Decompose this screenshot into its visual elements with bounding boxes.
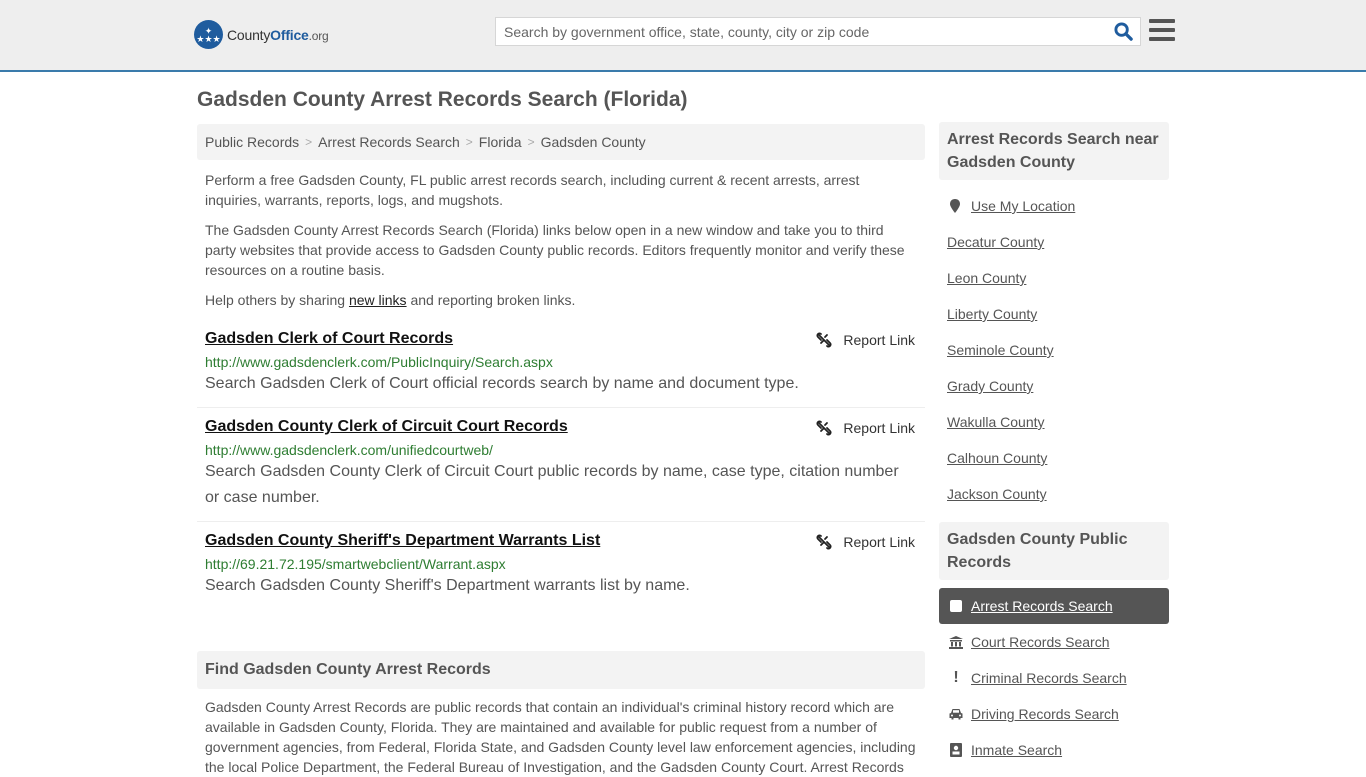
- result-url: http://www.gadsdenclerk.com/unifiedcourt…: [205, 442, 493, 458]
- new-links-link[interactable]: new links: [349, 292, 407, 308]
- find-records-heading: Find Gadsden County Arrest Records: [197, 651, 925, 689]
- broken-link-icon: [816, 420, 832, 436]
- result-description: Search Gadsden Clerk of Court official r…: [205, 375, 799, 392]
- nearby-county-link[interactable]: Liberty County: [947, 306, 1037, 322]
- result-item: Gadsden Clerk of Court Records Report Li…: [197, 320, 925, 408]
- courthouse-icon: [949, 635, 963, 649]
- nearby-county-link[interactable]: Calhoun County: [947, 450, 1047, 466]
- public-records-link[interactable]: Inmate Search: [971, 742, 1062, 758]
- nearby-county-item: Calhoun County: [939, 440, 1169, 476]
- broken-link-icon: [816, 534, 832, 550]
- result-description: Search Gadsden County Sheriff's Departme…: [205, 577, 690, 594]
- sidebar: Arrest Records Search near Gadsden Count…: [939, 122, 1169, 768]
- result-title-link[interactable]: Gadsden County Clerk of Circuit Court Re…: [205, 418, 568, 436]
- breadcrumb-gadsden-county[interactable]: Gadsden County: [541, 134, 646, 150]
- eagle-logo-icon: ✦ ★★★: [194, 20, 223, 49]
- logo-office: Office: [270, 26, 309, 43]
- find-records-body: Gadsden County Arrest Records are public…: [205, 699, 916, 775]
- nearby-county-item: Decatur County: [939, 224, 1169, 260]
- hamburger-menu-icon[interactable]: [1149, 19, 1175, 41]
- use-my-location-item: Use My Location: [939, 188, 1169, 224]
- logo-tld: .org: [308, 28, 329, 43]
- intro-paragraph-2: The Gadsden County Arrest Records Search…: [205, 222, 905, 278]
- nearby-county-item: Seminole County: [939, 332, 1169, 368]
- map-marker-icon: [947, 199, 963, 213]
- intro-paragraph-3: Help others by sharing new links and rep…: [205, 292, 576, 308]
- search-icon: [1113, 22, 1133, 41]
- intro: Perform a free Gadsden County, FL public…: [197, 170, 925, 310]
- nearby-heading: Arrest Records Search near Gadsden Count…: [939, 122, 1169, 180]
- nearby-county-item: Liberty County: [939, 296, 1169, 332]
- nearby-list: Use My Location Decatur County Leon Coun…: [939, 180, 1169, 512]
- main-content: Public Records > Arrest Records Search >…: [197, 124, 925, 777]
- nearby-county-link[interactable]: Leon County: [947, 270, 1026, 286]
- breadcrumb: Public Records > Arrest Records Search >…: [197, 124, 925, 160]
- public-records-link[interactable]: Criminal Records Search: [971, 670, 1127, 686]
- broken-link-icon: [816, 332, 832, 348]
- nearby-county-item: Grady County: [939, 368, 1169, 404]
- result-item: Gadsden County Sheriff's Department Warr…: [197, 522, 925, 609]
- result-url: http://69.21.72.195/smartwebclient/Warra…: [205, 556, 506, 572]
- public-records-link[interactable]: Driving Records Search: [971, 706, 1119, 722]
- page-title: Gadsden County Arrest Records Search (Fl…: [197, 88, 688, 111]
- breadcrumb-separator: >: [305, 135, 313, 149]
- nearby-county-item: Leon County: [939, 260, 1169, 296]
- public-records-link[interactable]: Court Records Search: [971, 634, 1110, 650]
- nearby-county-link[interactable]: Wakulla County: [947, 414, 1045, 430]
- search-button[interactable]: [1106, 18, 1140, 45]
- inmate-icon: [949, 743, 963, 757]
- logo-county: County: [227, 26, 271, 43]
- intro-paragraph-1: Perform a free Gadsden County, FL public…: [205, 172, 860, 208]
- public-records-link[interactable]: Arrest Records Search: [971, 598, 1113, 614]
- result-title-link[interactable]: Gadsden County Sheriff's Department Warr…: [205, 532, 600, 550]
- public-records-list: Arrest Records Search Court Records Sear…: [939, 580, 1169, 768]
- result-description: Search Gadsden County Clerk of Circuit C…: [205, 463, 899, 506]
- site-header: ✦ ★★★ CountyOffice.org: [0, 0, 1366, 72]
- public-records-item-court[interactable]: Court Records Search: [939, 624, 1169, 660]
- result-item: Gadsden County Clerk of Circuit Court Re…: [197, 408, 925, 522]
- results-list: Gadsden Clerk of Court Records Report Li…: [197, 320, 925, 609]
- breadcrumb-public-records[interactable]: Public Records: [205, 134, 299, 150]
- public-records-item-arrest[interactable]: Arrest Records Search: [939, 588, 1169, 624]
- nearby-county-link[interactable]: Jackson County: [947, 486, 1047, 502]
- result-url: http://www.gadsdenclerk.com/PublicInquir…: [205, 354, 553, 370]
- search-input[interactable]: [496, 18, 1106, 45]
- car-icon: [949, 708, 963, 720]
- report-link-button[interactable]: Report Link: [816, 420, 915, 436]
- exclamation-icon: !: [953, 669, 959, 686]
- nearby-county-item: Wakulla County: [939, 404, 1169, 440]
- search-bar: [495, 17, 1141, 46]
- breadcrumb-arrest-records[interactable]: Arrest Records Search: [318, 134, 460, 150]
- public-records-item-criminal[interactable]: ! Criminal Records Search: [939, 660, 1169, 696]
- square-icon: [949, 600, 963, 612]
- public-records-item-inmate[interactable]: Inmate Search: [939, 732, 1169, 768]
- nearby-county-link[interactable]: Decatur County: [947, 234, 1044, 250]
- breadcrumb-separator: >: [465, 135, 473, 149]
- nearby-county-item: Jackson County: [939, 476, 1169, 512]
- public-records-item-driving[interactable]: Driving Records Search: [939, 696, 1169, 732]
- nearby-county-link[interactable]: Grady County: [947, 378, 1033, 394]
- report-link-button[interactable]: Report Link: [816, 332, 915, 348]
- use-my-location-link[interactable]: Use My Location: [971, 198, 1075, 214]
- report-link-button[interactable]: Report Link: [816, 534, 915, 550]
- public-records-heading: Gadsden County Public Records: [939, 522, 1169, 580]
- nearby-county-link[interactable]: Seminole County: [947, 342, 1054, 358]
- breadcrumb-separator: >: [527, 135, 535, 149]
- breadcrumb-florida[interactable]: Florida: [479, 134, 522, 150]
- result-title-link[interactable]: Gadsden Clerk of Court Records: [205, 330, 453, 348]
- site-logo[interactable]: ✦ ★★★ CountyOffice.org: [194, 20, 329, 49]
